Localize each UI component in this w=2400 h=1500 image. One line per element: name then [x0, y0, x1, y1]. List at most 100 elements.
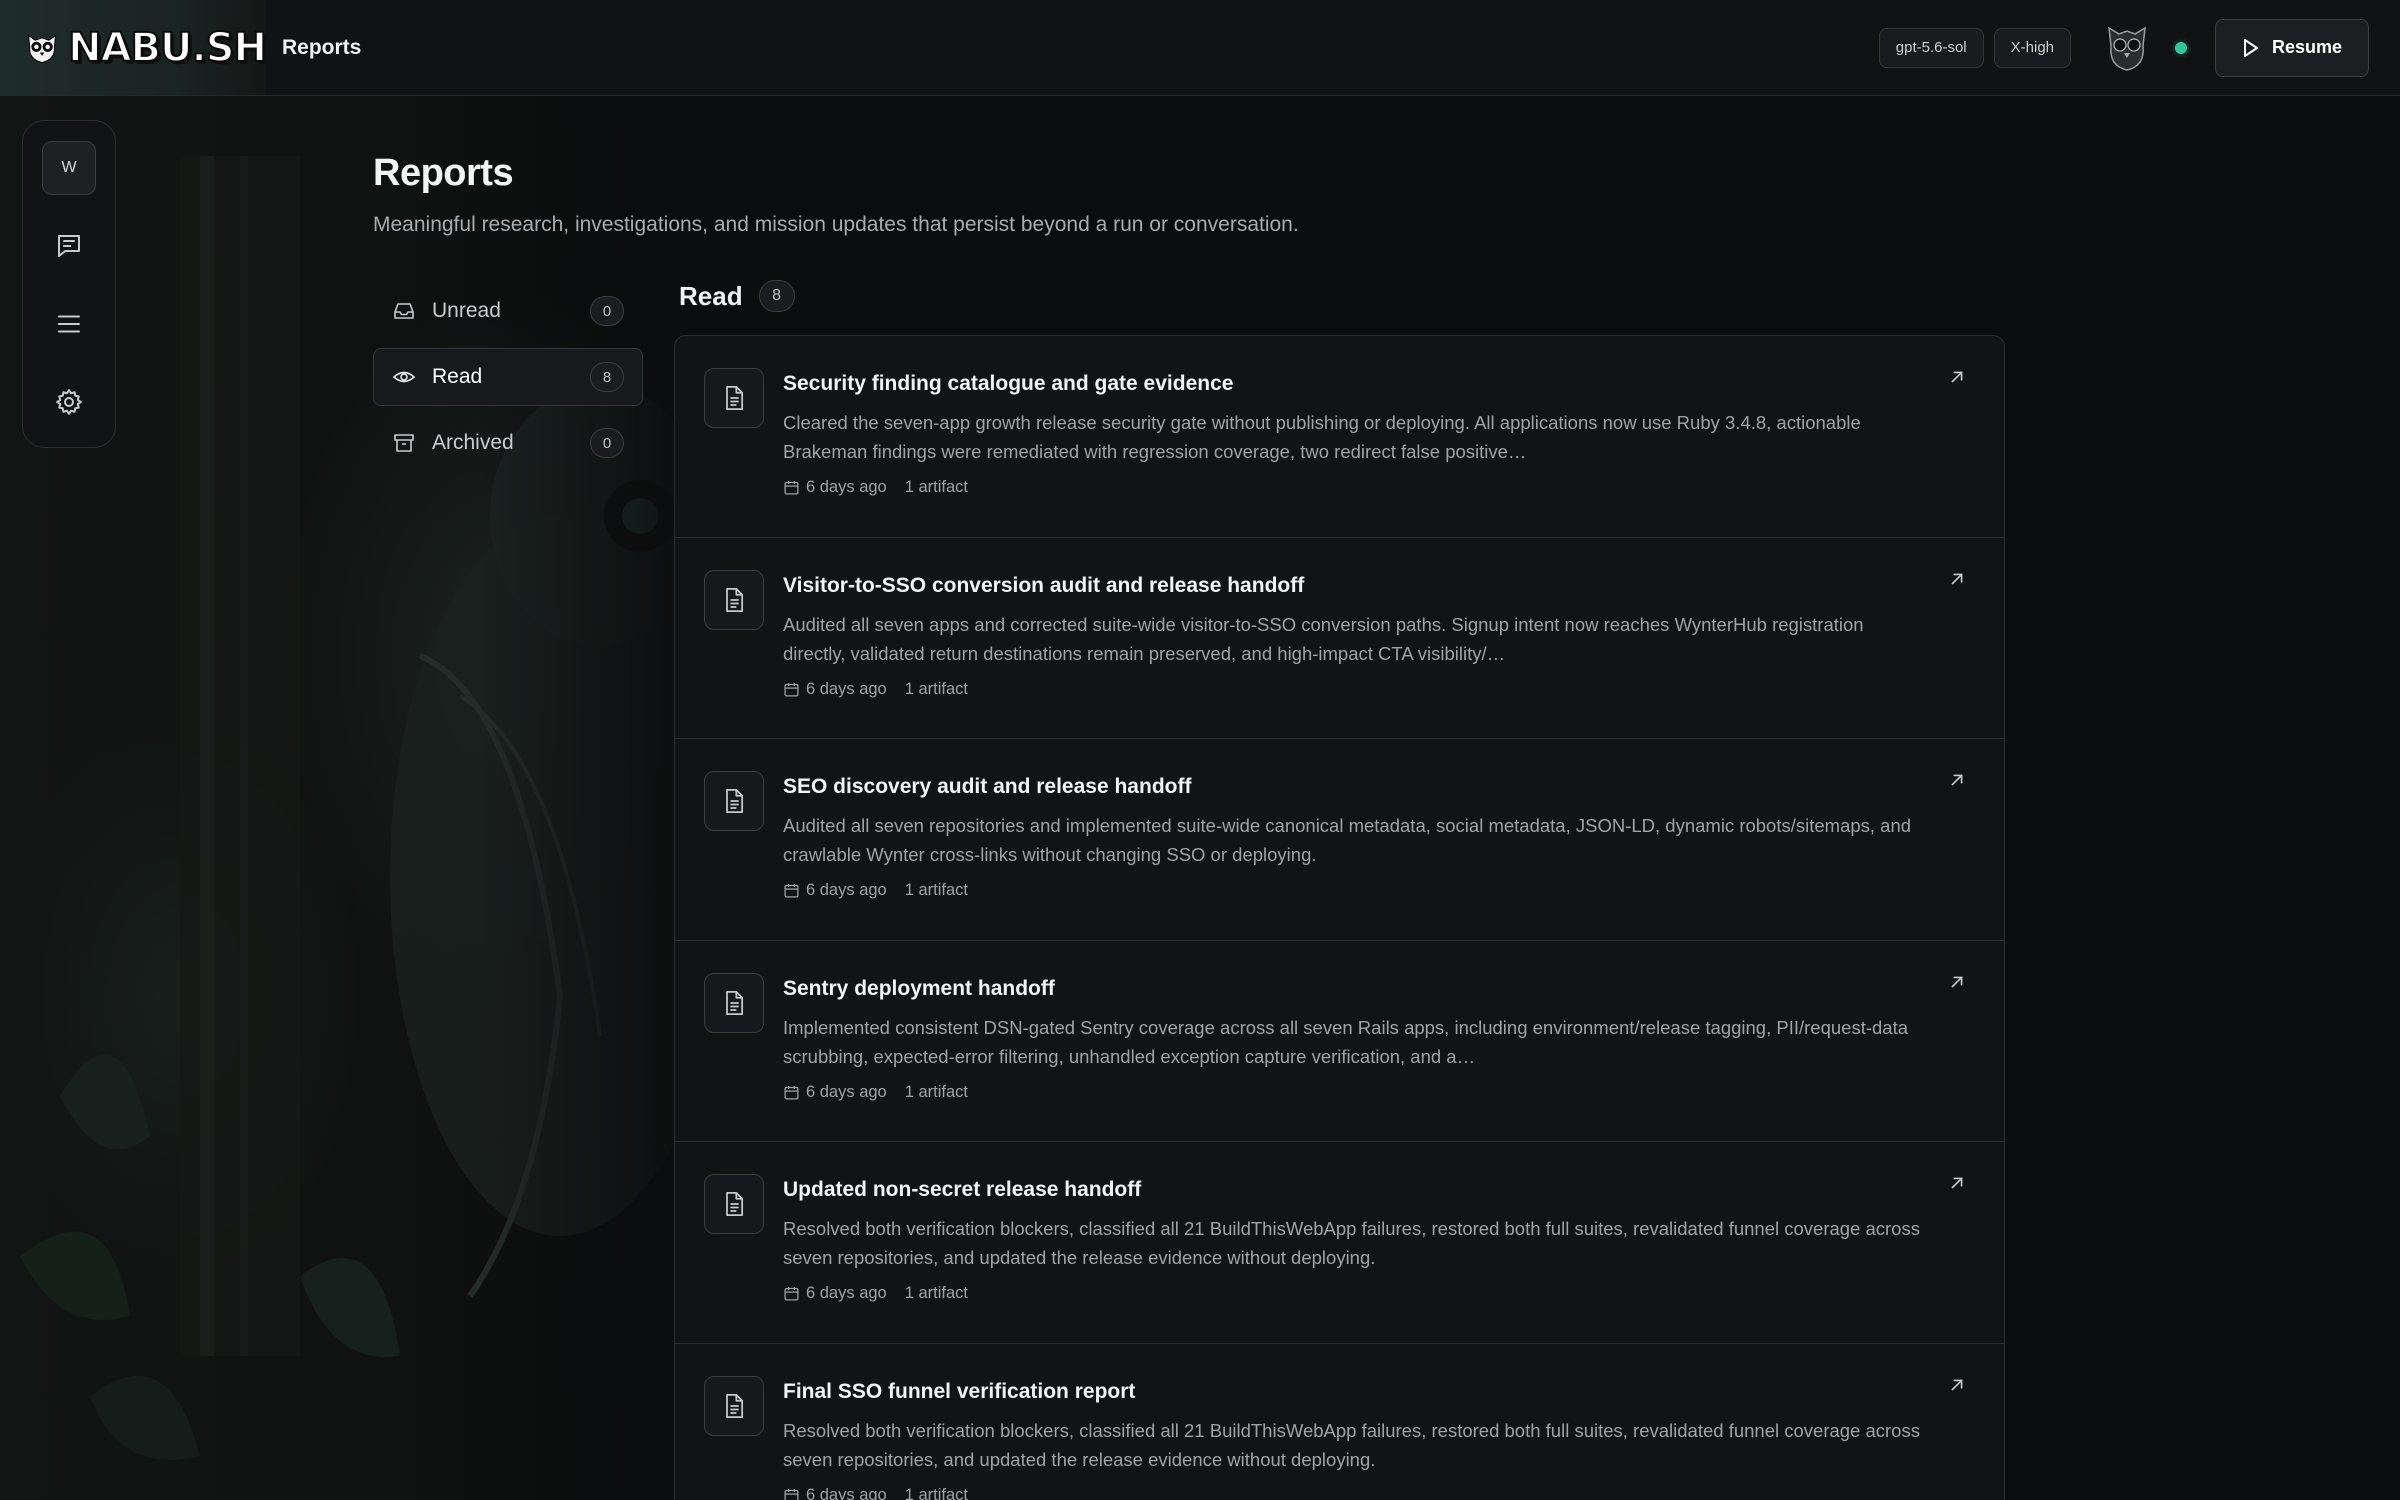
status-indicator	[2175, 41, 2187, 54]
document-icon	[726, 1393, 744, 1418]
owl-avatar-icon[interactable]	[2103, 22, 2151, 74]
filter-label: Read	[432, 365, 483, 388]
filter-count: 0	[590, 296, 624, 326]
report-card[interactable]: Visitor-to-SSO conversion audit and rele…	[675, 538, 2004, 739]
document-icon	[726, 1192, 744, 1216]
report-card[interactable]: SEO discovery audit and release handoff …	[675, 739, 2004, 941]
filter-count: 0	[590, 428, 624, 458]
report-card[interactable]: Final SSO funnel verification report Res…	[675, 1344, 2004, 1500]
calendar-icon	[784, 884, 799, 898]
rail-chat-button[interactable]	[42, 219, 96, 273]
document-icon	[726, 990, 744, 1015]
section-header: Read 8	[679, 280, 795, 312]
open-external-icon[interactable]	[1946, 366, 1968, 388]
archive-icon	[394, 434, 414, 452]
calendar-icon	[784, 1085, 799, 1100]
report-artifacts: 1 artifact	[904, 881, 969, 899]
calendar-icon	[784, 1287, 799, 1301]
document-icon-frame	[704, 972, 764, 1033]
report-time: 6 days ago	[806, 478, 887, 496]
report-title[interactable]: Sentry deployment handoff	[783, 975, 1924, 1003]
gear-icon	[56, 389, 82, 415]
document-icon-frame	[704, 368, 764, 428]
report-title[interactable]: SEO discovery audit and release handoff	[783, 773, 1924, 801]
open-external-icon[interactable]	[1946, 971, 1968, 993]
brand-wordmark: NABU.SH	[67, 24, 268, 72]
document-icon-frame	[704, 1375, 764, 1436]
report-card[interactable]: Updated non-secret release handoff Resol…	[675, 1142, 2004, 1344]
filter-read[interactable]: Read 8	[373, 348, 643, 406]
model-chip[interactable]: gpt-5.6-sol	[1878, 27, 1984, 68]
list-icon	[58, 315, 80, 333]
report-card[interactable]: Sentry deployment handoff Implemented co…	[675, 941, 2004, 1142]
report-time: 6 days ago	[806, 1485, 887, 1500]
report-artifacts: 1 artifact	[904, 1082, 969, 1101]
report-meta: 6 days ago 1 artifact	[783, 478, 1924, 497]
eye-icon	[392, 371, 416, 383]
report-title[interactable]: Visitor-to-SSO conversion audit and rele…	[783, 572, 1924, 600]
report-title[interactable]: Final SSO funnel verification report	[783, 1378, 1924, 1406]
top-header: NABU.SH Reports gpt-5.6-sol X-high Resum…	[0, 0, 2400, 96]
report-list: Security finding catalogue and gate evid…	[674, 335, 2005, 1500]
document-icon-frame	[704, 1174, 764, 1234]
effort-chip[interactable]: X-high	[1993, 27, 2071, 68]
report-meta: 6 days ago 1 artifact	[783, 1083, 1924, 1102]
resume-button[interactable]: Resume	[2215, 18, 2369, 77]
filter-label: Unread	[432, 299, 501, 322]
filter-label: Archived	[432, 431, 514, 454]
play-icon	[2243, 38, 2258, 57]
report-description: Implemented consistent DSN-gated Sentry …	[783, 1016, 1908, 1067]
report-meta: 6 days ago 1 artifact	[783, 1284, 1924, 1303]
report-card[interactable]: Security finding catalogue and gate evid…	[675, 336, 2004, 538]
calendar-icon	[784, 1488, 799, 1500]
report-artifacts: 1 artifact	[904, 1284, 969, 1302]
workspace-switcher[interactable]: W	[42, 141, 96, 195]
report-time: 6 days ago	[806, 679, 887, 698]
report-description: Cleared the seven-app growth release sec…	[783, 412, 1861, 462]
brand-logo[interactable]: NABU.SH	[0, 0, 268, 95]
report-filters: Unread 0 Read 8 Archived 0	[373, 282, 643, 480]
document-icon	[726, 587, 744, 612]
header-title: Reports	[282, 35, 362, 59]
report-artifacts: 1 artifact	[904, 478, 969, 496]
open-external-icon[interactable]	[1946, 1374, 1968, 1396]
report-artifacts: 1 artifact	[904, 679, 969, 698]
filter-unread[interactable]: Unread 0	[373, 282, 643, 340]
report-description: Audited all seven apps and corrected sui…	[783, 613, 1864, 664]
report-title[interactable]: Updated non-secret release handoff	[783, 1176, 1924, 1204]
report-time: 6 days ago	[806, 1082, 887, 1101]
open-external-icon[interactable]	[1946, 1172, 1968, 1194]
owl-logo-icon	[27, 33, 57, 63]
resume-label: Resume	[2271, 37, 2343, 57]
open-external-icon[interactable]	[1946, 769, 1968, 791]
report-meta: 6 days ago 1 artifact	[783, 881, 1924, 900]
report-time: 6 days ago	[806, 881, 887, 899]
filter-count: 8	[590, 362, 624, 392]
report-description: Audited all seven repositories and imple…	[783, 815, 1912, 865]
filter-archived[interactable]: Archived 0	[373, 414, 643, 472]
inbox-icon	[394, 303, 414, 319]
section-title: Read	[679, 280, 743, 311]
report-description: Resolved both verification blockers, cla…	[783, 1218, 1920, 1268]
document-icon-frame	[704, 569, 764, 630]
section-count: 8	[758, 280, 795, 312]
page-title: Reports	[373, 152, 514, 194]
document-icon	[726, 386, 744, 410]
report-meta: 6 days ago 1 artifact	[783, 1486, 1924, 1500]
report-artifacts: 1 artifact	[904, 1485, 969, 1500]
calendar-icon	[784, 481, 799, 495]
open-external-icon[interactable]	[1946, 568, 1968, 590]
rail-list-button[interactable]	[42, 297, 96, 351]
calendar-icon	[784, 682, 799, 697]
rail-settings-button[interactable]	[42, 375, 96, 429]
report-time: 6 days ago	[806, 1284, 887, 1302]
document-icon	[726, 789, 744, 813]
chat-icon	[58, 235, 80, 257]
report-meta: 6 days ago 1 artifact	[783, 680, 1924, 699]
report-description: Resolved both verification blockers, cla…	[783, 1419, 1920, 1470]
left-rail: W	[22, 120, 116, 448]
header-controls: gpt-5.6-sol X-high Resume	[1878, 18, 2400, 77]
page-subtitle: Meaningful research, investigations, and…	[373, 213, 1299, 236]
document-icon-frame	[704, 771, 764, 831]
report-title[interactable]: Security finding catalogue and gate evid…	[783, 370, 1924, 398]
